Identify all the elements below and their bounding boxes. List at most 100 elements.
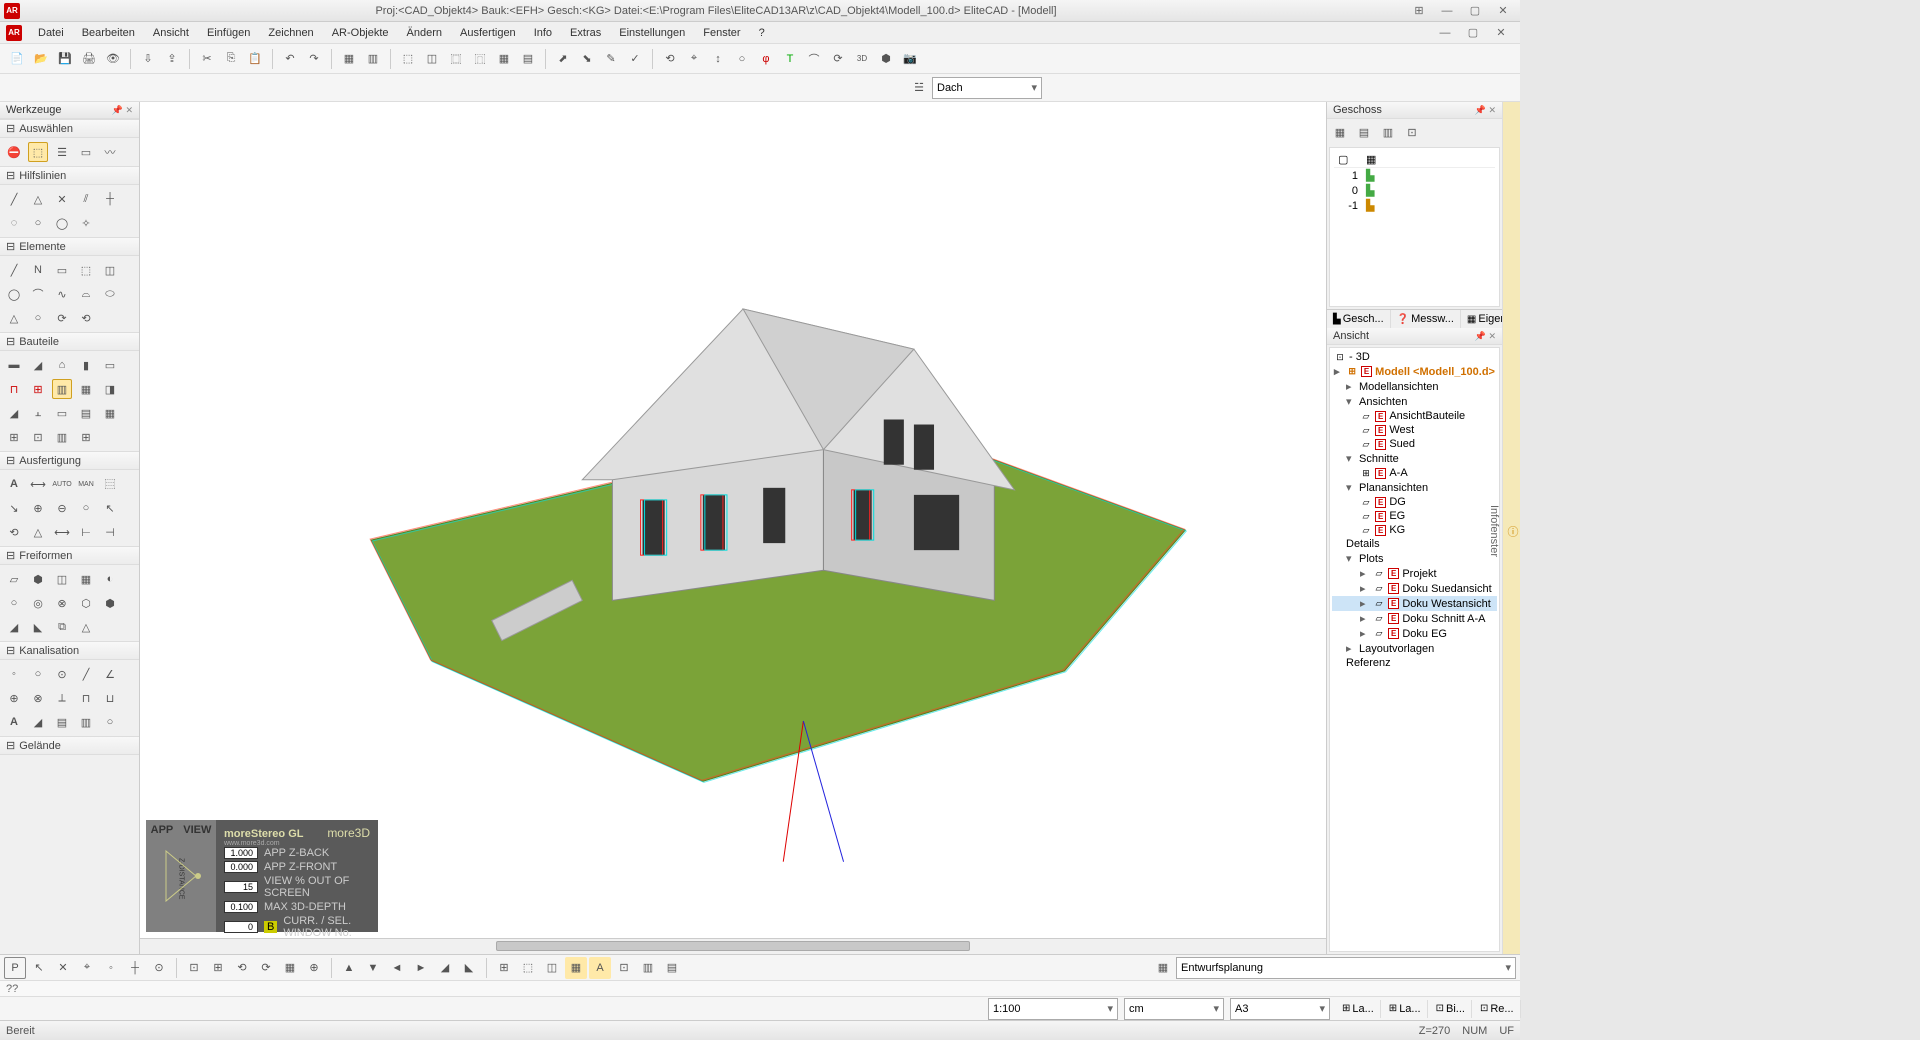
node-planansichten[interactable]: ▾Planansichten xyxy=(1332,480,1497,495)
kn-10[interactable]: ⊔ xyxy=(100,688,120,708)
select-poly-tool[interactable]: 〰 xyxy=(100,142,120,162)
ff-7[interactable]: ◎ xyxy=(28,593,48,613)
tb-20[interactable]: ⟳ xyxy=(827,48,849,70)
ff-3[interactable]: ◫ xyxy=(52,569,72,589)
bt-window[interactable]: ⊞ xyxy=(28,379,48,399)
new-button[interactable]: 📄 xyxy=(6,48,28,70)
el-line[interactable]: ╱ xyxy=(4,260,24,280)
stab-4[interactable]: ⊡Re... xyxy=(1474,1000,1521,1018)
format-combo[interactable]: A3▾ xyxy=(1230,998,1330,1020)
btb-15[interactable]: ◄ xyxy=(386,957,408,979)
btb-6[interactable]: ⊙ xyxy=(148,957,170,979)
af-13[interactable]: ⟷ xyxy=(52,522,72,542)
el-9[interactable]: ⬭ xyxy=(100,284,120,304)
el-8[interactable]: ⌓ xyxy=(76,284,96,304)
node-sued[interactable]: ▱ESued xyxy=(1332,437,1497,451)
ff-1[interactable]: ▱ xyxy=(4,569,24,589)
ff-5[interactable]: ◐ xyxy=(100,569,120,589)
level-1[interactable]: 1▙ xyxy=(1334,168,1495,183)
ff-10[interactable]: ⬢ xyxy=(100,593,120,613)
node-west[interactable]: ▱EWest xyxy=(1332,423,1497,437)
ff-13[interactable]: ⧉ xyxy=(52,617,72,637)
paste-button[interactable]: 📋 xyxy=(244,48,266,70)
hline-9[interactable]: ✧ xyxy=(76,213,96,233)
level-0[interactable]: 0▙ xyxy=(1334,183,1495,198)
tb-10[interactable]: ⬊ xyxy=(576,48,598,70)
btb-23[interactable]: A xyxy=(589,957,611,979)
el-circle[interactable]: ◯ xyxy=(4,284,24,304)
af-text[interactable]: A xyxy=(4,474,24,494)
btb-7[interactable]: ⊡ xyxy=(183,957,205,979)
btb-8[interactable]: ⊞ xyxy=(207,957,229,979)
node-aa[interactable]: ⊞EA-A xyxy=(1332,466,1497,480)
unit-combo[interactable]: cm▾ xyxy=(1124,998,1224,1020)
node-dg[interactable]: ▱EDG xyxy=(1332,495,1497,509)
tb-11[interactable]: ✎ xyxy=(600,48,622,70)
btb-24[interactable]: ⊡ xyxy=(613,957,635,979)
horizontal-scrollbar[interactable] xyxy=(140,938,1326,954)
btb-4[interactable]: ◦ xyxy=(100,957,122,979)
gs-tb1[interactable]: ▦ xyxy=(1330,122,1350,142)
menu-einstellungen[interactable]: Einstellungen xyxy=(611,25,693,41)
node-plots[interactable]: ▾Plots xyxy=(1332,551,1497,566)
pin-icon[interactable]: 📌 ✕ xyxy=(112,105,133,116)
btb-26[interactable]: ▤ xyxy=(661,957,683,979)
menu-ansicht[interactable]: Ansicht xyxy=(145,25,197,41)
ff-14[interactable]: △ xyxy=(76,617,96,637)
tb-16[interactable]: ○ xyxy=(731,48,753,70)
kn-13[interactable]: ▤ xyxy=(52,712,72,732)
ff-2[interactable]: ⬢ xyxy=(28,569,48,589)
tb-15[interactable]: ↕ xyxy=(707,48,729,70)
save-button[interactable]: 💾 xyxy=(54,48,76,70)
el-11[interactable]: ○ xyxy=(28,308,48,328)
scale-combo[interactable]: 1:100▾ xyxy=(988,998,1118,1020)
hline-6[interactable]: ◌ xyxy=(4,213,24,233)
kn-3[interactable]: ⊙ xyxy=(52,664,72,684)
app-menu-icon[interactable]: AR xyxy=(6,25,22,41)
btb-18[interactable]: ◣ xyxy=(458,957,480,979)
menu-ausfertigen[interactable]: Ausfertigen xyxy=(452,25,524,41)
bt-15[interactable]: ▦ xyxy=(100,403,120,423)
select-tool[interactable]: ⬚ xyxy=(28,142,48,162)
section-kanalisation[interactable]: ⊟Kanalisation xyxy=(0,641,139,660)
bt-beam[interactable]: ▭ xyxy=(100,355,120,375)
ff-11[interactable]: ◢ xyxy=(4,617,24,637)
ff-6[interactable]: ○ xyxy=(4,593,24,613)
tb-7[interactable]: ▦ xyxy=(493,48,515,70)
btb-25[interactable]: ▥ xyxy=(637,957,659,979)
node-plot-schnitt[interactable]: ▸▱EDoku Schnitt A-A xyxy=(1332,611,1497,626)
menu-zeichnen[interactable]: Zeichnen xyxy=(260,25,321,41)
af-10[interactable]: ↖ xyxy=(100,498,120,518)
level-neg1[interactable]: -1▙ xyxy=(1334,198,1495,213)
hline-1[interactable]: ╱ xyxy=(4,189,24,209)
node-ansichten[interactable]: ▾Ansichten xyxy=(1332,394,1497,409)
el-10[interactable]: △ xyxy=(4,308,24,328)
tb-8[interactable]: ▤ xyxy=(517,48,539,70)
bt-column[interactable]: ▮ xyxy=(76,355,96,375)
kn-5[interactable]: ∠ xyxy=(100,664,120,684)
af-11[interactable]: ⟲ xyxy=(4,522,24,542)
af-14[interactable]: ⊢ xyxy=(76,522,96,542)
undo-button[interactable]: ↶ xyxy=(279,48,301,70)
hline-7[interactable]: ○ xyxy=(28,213,48,233)
gs-tb3[interactable]: ▥ xyxy=(1378,122,1398,142)
bt-16[interactable]: ⊞ xyxy=(4,427,24,447)
el-rect[interactable]: ▭ xyxy=(52,260,72,280)
af-12[interactable]: △ xyxy=(28,522,48,542)
btb-17[interactable]: ◢ xyxy=(434,957,456,979)
node-plot-sued[interactable]: ▸▱EDoku Suedansicht xyxy=(1332,581,1497,596)
af-auto[interactable]: AUTO xyxy=(52,474,72,494)
af-15[interactable]: ⊣ xyxy=(100,522,120,542)
kn-4[interactable]: ╱ xyxy=(76,664,96,684)
bt-12[interactable]: ⫠ xyxy=(28,403,48,423)
tb-4[interactable]: ◫ xyxy=(421,48,443,70)
ff-4[interactable]: ▦ xyxy=(76,569,96,589)
maximize-button[interactable]: ▢ xyxy=(1462,2,1488,20)
bt-opening[interactable]: ▥ xyxy=(52,379,72,399)
kn-1[interactable]: ◦ xyxy=(4,664,24,684)
bt-slab[interactable]: ◢ xyxy=(28,355,48,375)
stab-2[interactable]: ⊞La... xyxy=(1383,1000,1428,1018)
btb-3[interactable]: ⌖ xyxy=(76,957,98,979)
af-dim[interactable]: ⟷ xyxy=(28,474,48,494)
el-arc[interactable]: ⌒ xyxy=(28,284,48,304)
